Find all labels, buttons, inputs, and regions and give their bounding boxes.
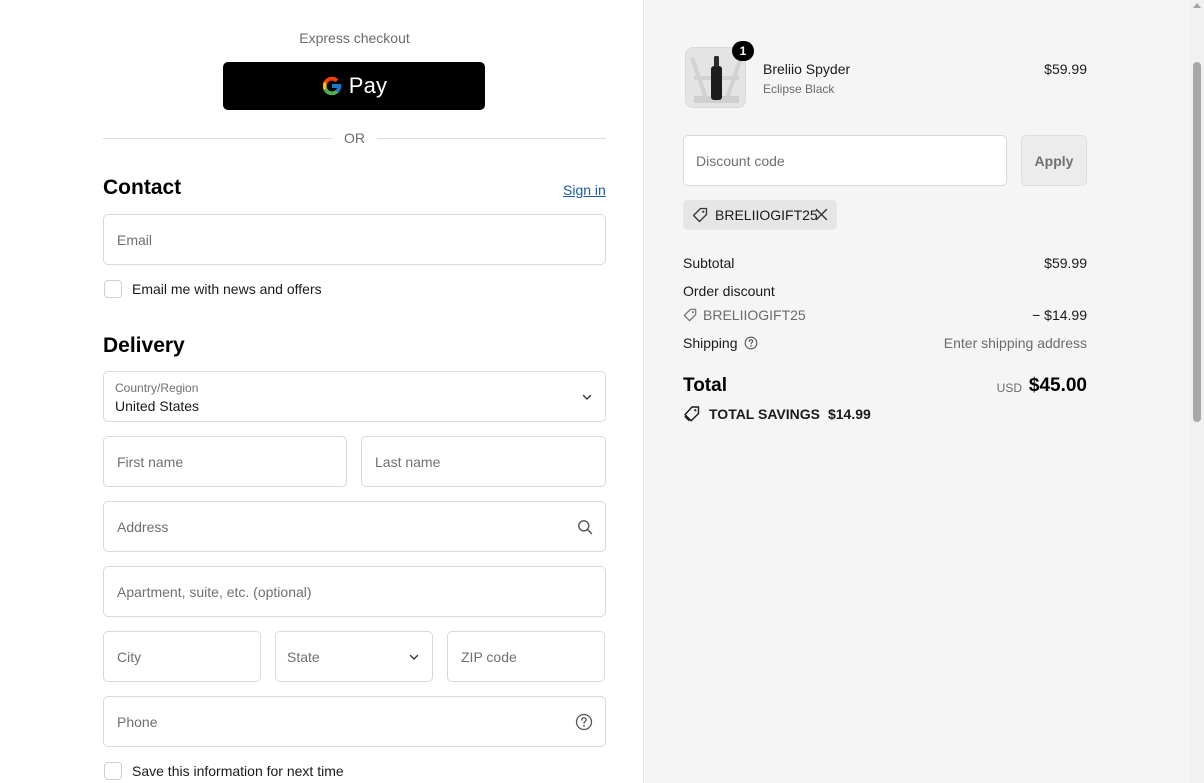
- address-input[interactable]: [104, 502, 605, 551]
- scroll-up-arrow[interactable]: [1193, 3, 1201, 8]
- google-pay-button[interactable]: Pay: [223, 62, 485, 110]
- country-value: United States: [115, 398, 200, 414]
- discount-code-row: BRELIIOGIFT25 − $14.99: [683, 307, 1087, 325]
- tag-icon: [692, 207, 708, 223]
- total-currency: USD: [996, 381, 1022, 395]
- apartment-input[interactable]: [104, 567, 605, 616]
- close-icon[interactable]: [815, 208, 828, 221]
- apply-discount-button[interactable]: Apply: [1021, 135, 1087, 186]
- search-icon: [578, 519, 593, 534]
- google-g-icon: [322, 76, 341, 96]
- tags-icon: [684, 406, 700, 422]
- subtotal-row: Subtotal $59.99: [683, 255, 1087, 271]
- or-divider: OR: [103, 130, 606, 146]
- help-circle-icon[interactable]: [744, 336, 758, 350]
- last-name-field[interactable]: [361, 436, 606, 487]
- help-circle-icon[interactable]: [575, 713, 593, 731]
- phone-input[interactable]: [104, 697, 605, 746]
- tag-icon: [683, 308, 697, 322]
- order-discount-label: Order discount: [683, 283, 775, 299]
- divider-line: [103, 137, 332, 139]
- email-input[interactable]: [104, 215, 605, 264]
- state-select[interactable]: State: [275, 631, 433, 682]
- first-name-field[interactable]: [103, 436, 347, 487]
- shipping-row: Shipping Enter shipping address: [683, 335, 1087, 351]
- first-name-input[interactable]: [104, 437, 346, 486]
- zip-input[interactable]: [448, 632, 604, 681]
- zip-field[interactable]: [447, 631, 605, 682]
- total-label: Total: [683, 375, 727, 396]
- applied-discount-chip: BRELIIOGIFT25: [683, 200, 837, 230]
- address-field[interactable]: [103, 501, 606, 552]
- shipping-label: Shipping: [683, 335, 738, 351]
- checkout-form-panel: Express checkout Pay OR Contact Sign in …: [0, 0, 644, 783]
- news-checkbox-row[interactable]: Email me with news and offers: [104, 280, 322, 298]
- last-name-input[interactable]: [362, 437, 605, 486]
- subtotal-label: Subtotal: [683, 255, 735, 271]
- product-variant: Eclipse Black: [763, 82, 835, 96]
- apartment-field[interactable]: [103, 566, 606, 617]
- vertical-scrollbar[interactable]: [1190, 0, 1204, 783]
- chevron-down-icon: [409, 654, 419, 660]
- subtotal-value: $59.99: [1044, 255, 1087, 271]
- discount-value: − $14.99: [1032, 307, 1087, 323]
- product-name: Breliio Spyder: [763, 61, 851, 77]
- order-discount-row: Order discount: [683, 283, 1087, 299]
- phone-field[interactable]: [103, 696, 606, 747]
- discount-code-field[interactable]: [683, 135, 1007, 186]
- quantity-badge: 1: [732, 41, 754, 61]
- country-select[interactable]: Country/Region United States: [103, 371, 606, 422]
- contact-heading: Contact: [103, 176, 182, 199]
- sign-in-link[interactable]: Sign in: [563, 182, 606, 198]
- total-savings-value: $14.99: [827, 406, 871, 422]
- applied-discount-code: BRELIIOGIFT25: [715, 207, 818, 223]
- total-savings-label: TOTAL SAVINGS: [709, 406, 820, 422]
- state-placeholder: State: [287, 648, 320, 665]
- total-savings-row: TOTAL SAVINGS $14.99: [683, 405, 871, 423]
- delivery-heading: Delivery: [103, 334, 185, 357]
- discount-code-text: BRELIIOGIFT25: [703, 307, 806, 323]
- google-pay-label: Pay: [348, 73, 388, 98]
- city-input[interactable]: [104, 632, 260, 681]
- email-field[interactable]: [103, 214, 606, 265]
- or-text: OR: [344, 130, 365, 146]
- discount-code-input[interactable]: [684, 136, 1006, 185]
- news-checkbox[interactable]: [104, 280, 122, 298]
- save-info-checkbox[interactable]: [104, 762, 122, 780]
- save-info-checkbox-row[interactable]: Save this information for next time: [104, 762, 344, 780]
- product-price: $59.99: [1044, 61, 1087, 77]
- shipping-value: Enter shipping address: [943, 335, 1087, 351]
- country-label: Country/Region: [115, 381, 199, 395]
- news-checkbox-label: Email me with news and offers: [132, 281, 322, 297]
- scrollbar-thumb[interactable]: [1193, 62, 1201, 422]
- chevron-down-icon: [582, 394, 592, 400]
- total-amount: $45.00: [1028, 375, 1087, 396]
- save-info-label: Save this information for next time: [132, 763, 344, 779]
- city-field[interactable]: [103, 631, 261, 682]
- divider-line: [377, 137, 606, 139]
- express-checkout-heading: Express checkout: [299, 30, 410, 46]
